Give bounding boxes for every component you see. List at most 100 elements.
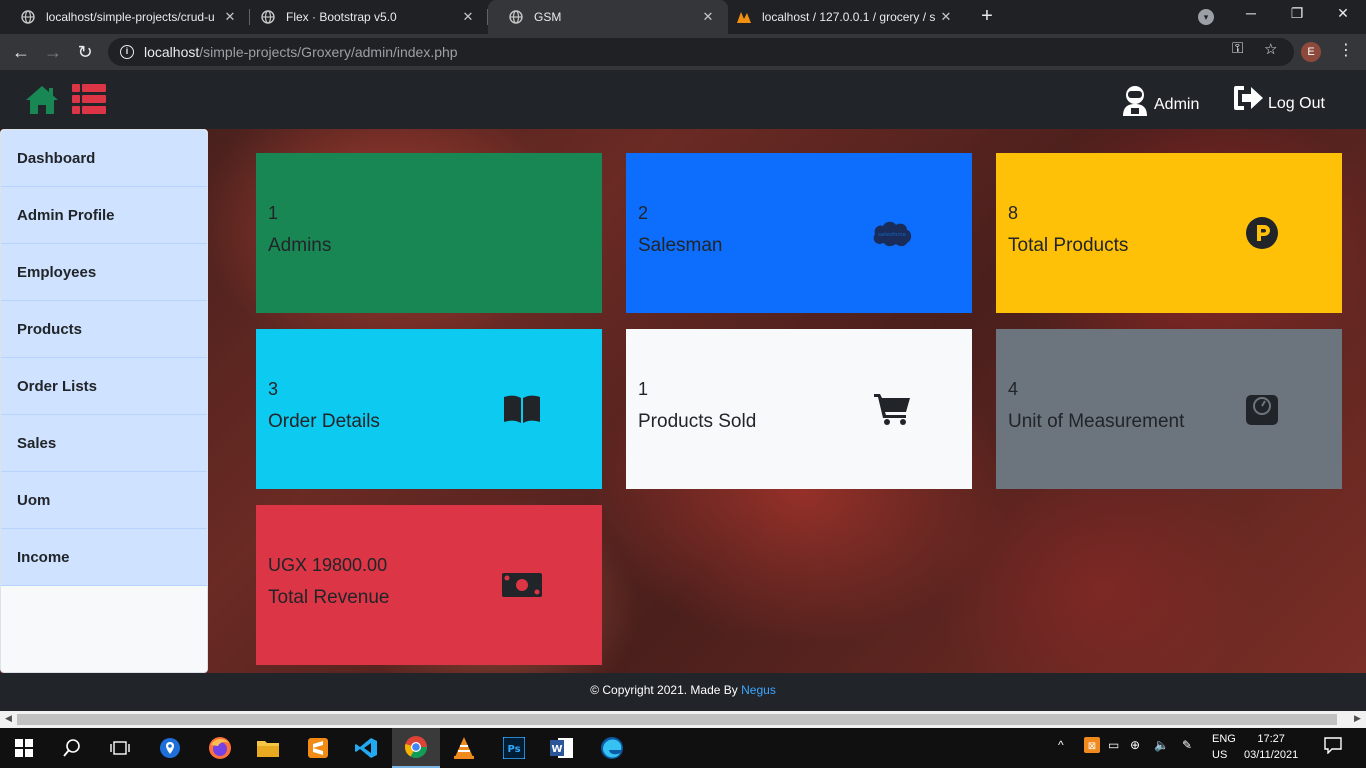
browser-tab-1[interactable]: localhost/simple-projects/crud-u ✕ <box>0 0 250 34</box>
sidebar-item-products[interactable]: Products <box>1 301 207 358</box>
order-details-card[interactable]: 3 Order Details <box>256 329 602 489</box>
tab-title: localhost / 127.0.0.1 / grocery / s <box>762 10 936 24</box>
salesman-count: 2 <box>638 203 649 223</box>
tab-search-icon[interactable]: ▾ <box>1198 9 1214 25</box>
key-icon[interactable]: ⚿ <box>1232 40 1243 57</box>
keyboard-region: US <box>1212 749 1228 761</box>
salesman-label: Salesman <box>638 235 723 256</box>
sidebar-item-employees[interactable]: Employees <box>1 244 207 301</box>
sidebar-item-income[interactable]: Income <box>1 529 207 586</box>
window-close-icon[interactable]: ✕ <box>1328 5 1358 22</box>
edge-icon[interactable] <box>588 728 636 768</box>
cart-icon <box>870 389 914 429</box>
sidebar-item-uom[interactable]: Uom <box>1 472 207 529</box>
vlc-icon[interactable] <box>440 728 488 768</box>
phpmyadmin-icon <box>736 9 752 25</box>
globe-icon <box>508 9 524 25</box>
browser-tab-strip: localhost/simple-projects/crud-u ✕ Flex … <box>0 0 1366 34</box>
browser-tab-3-active[interactable]: GSM ✕ <box>488 0 728 34</box>
admins-label: Admins <box>268 235 332 256</box>
vscode-icon[interactable] <box>342 728 390 768</box>
products-sold-card[interactable]: 1 Products Sold <box>626 329 972 489</box>
author-link[interactable]: Negus <box>741 683 776 697</box>
file-explorer-icon[interactable] <box>244 728 292 768</box>
system-clock[interactable]: 17:27 03/11/2021 <box>1244 731 1298 763</box>
volume-icon[interactable]: 🔈 <box>1154 738 1169 752</box>
order-details-label: Order Details <box>268 411 380 432</box>
site-info-icon[interactable]: i <box>120 45 134 59</box>
scroll-right-icon[interactable]: ▶ <box>1354 713 1361 724</box>
chrome-icon[interactable] <box>392 728 440 768</box>
sidebar-item-sales[interactable]: Sales <box>1 415 207 472</box>
network-icon[interactable]: ⊕ <box>1130 738 1140 752</box>
browser-tab-4[interactable]: localhost / 127.0.0.1 / grocery / s ✕ <box>716 0 966 34</box>
dashboard-main: Dashboard Admin Profile Employees Produc… <box>0 129 1366 673</box>
firefox-icon[interactable] <box>196 728 244 768</box>
sidebar: Dashboard Admin Profile Employees Produc… <box>0 129 208 673</box>
salesman-card[interactable]: 2 Salesman salesforce <box>626 153 972 313</box>
restore-icon[interactable]: ❐ <box>1282 5 1312 22</box>
scroll-left-icon[interactable]: ◀ <box>5 713 12 724</box>
scrollbar-thumb[interactable] <box>17 714 1337 725</box>
clock-time: 17:27 <box>1257 733 1285 745</box>
book-icon <box>500 389 544 429</box>
svg-text:⊠: ⊠ <box>1088 741 1096 752</box>
word-icon[interactable]: W <box>538 728 586 768</box>
maps-app-icon[interactable] <box>146 728 194 768</box>
photoshop-icon[interactable]: Ps <box>490 728 538 768</box>
url-text: localhost/simple-projects/Groxery/admin/… <box>144 44 458 60</box>
sublime-text-icon[interactable] <box>294 728 342 768</box>
logout-label: Log Out <box>1268 94 1325 112</box>
logout-link[interactable]: Log Out <box>1232 84 1325 117</box>
money-bill-icon <box>500 565 544 605</box>
products-sold-count: 1 <box>638 379 649 399</box>
menu-kebab-icon[interactable]: ⋮ <box>1338 40 1354 60</box>
horizontal-scrollbar[interactable]: ◀ ▶ <box>0 711 1366 728</box>
total-products-card[interactable]: 8 Total Products <box>996 153 1342 313</box>
battery-icon[interactable]: ▭ <box>1108 738 1119 752</box>
close-icon[interactable]: ✕ <box>460 9 476 25</box>
star-icon[interactable]: ☆ <box>1264 40 1277 58</box>
forward-icon[interactable]: → <box>42 41 64 63</box>
close-icon[interactable]: ✕ <box>222 9 238 25</box>
app-navbar: Admin Log Out <box>0 70 1366 129</box>
task-view-icon[interactable] <box>96 728 144 768</box>
admins-card[interactable]: 1 Admins <box>256 153 602 313</box>
admin-label: Admin <box>1154 95 1200 113</box>
svg-text:salesforce: salesforce <box>878 232 906 238</box>
address-bar[interactable]: i localhost/simple-projects/Groxery/admi… <box>108 38 1294 66</box>
total-revenue-amount: UGX 19800.00 <box>268 555 388 575</box>
tab-title: Flex · Bootstrap v5.0 <box>286 10 397 24</box>
close-icon[interactable]: ✕ <box>938 9 954 25</box>
uom-card[interactable]: 4 Unit of Measurement <box>996 329 1342 489</box>
windows-start-icon[interactable] <box>0 728 48 768</box>
sidebar-item-dashboard[interactable]: Dashboard <box>1 130 207 187</box>
tray-overflow-icon[interactable]: ^ <box>1058 738 1064 752</box>
minimize-icon[interactable]: ─ <box>1236 5 1266 21</box>
globe-icon <box>20 9 36 25</box>
sidebar-item-admin-profile[interactable]: Admin Profile <box>1 187 207 244</box>
user-astronaut-icon <box>1120 84 1150 121</box>
new-tab-button[interactable]: + <box>976 5 998 27</box>
browser-tab-2[interactable]: Flex · Bootstrap v5.0 ✕ <box>240 0 488 34</box>
sidebar-item-order-lists[interactable]: Order Lists <box>1 358 207 415</box>
close-icon[interactable]: ✕ <box>700 9 716 25</box>
svg-text:Ps: Ps <box>507 744 520 755</box>
svg-text:W: W <box>551 744 562 755</box>
home-icon[interactable] <box>24 84 60 116</box>
reload-icon[interactable]: ↻ <box>74 41 96 63</box>
list-icon[interactable] <box>72 84 106 114</box>
pen-icon[interactable]: ✎ <box>1182 738 1192 752</box>
admin-link[interactable]: Admin <box>1120 84 1199 121</box>
copyright-text: © Copyright 2021. Made By <box>590 683 738 697</box>
uom-label: Unit of Measurement <box>1008 411 1185 432</box>
language-indicator[interactable]: ENG US <box>1212 731 1236 763</box>
profile-avatar[interactable]: E <box>1301 42 1321 62</box>
search-icon[interactable] <box>48 728 96 768</box>
tab-title: localhost/simple-projects/crud-u <box>46 10 215 24</box>
admins-count: 1 <box>268 203 279 223</box>
tray-app-icon[interactable]: ⊠ <box>1084 737 1100 756</box>
total-revenue-card[interactable]: UGX 19800.00 Total Revenue <box>256 505 602 665</box>
notifications-icon[interactable] <box>1324 736 1342 757</box>
back-icon[interactable]: ← <box>10 41 32 63</box>
